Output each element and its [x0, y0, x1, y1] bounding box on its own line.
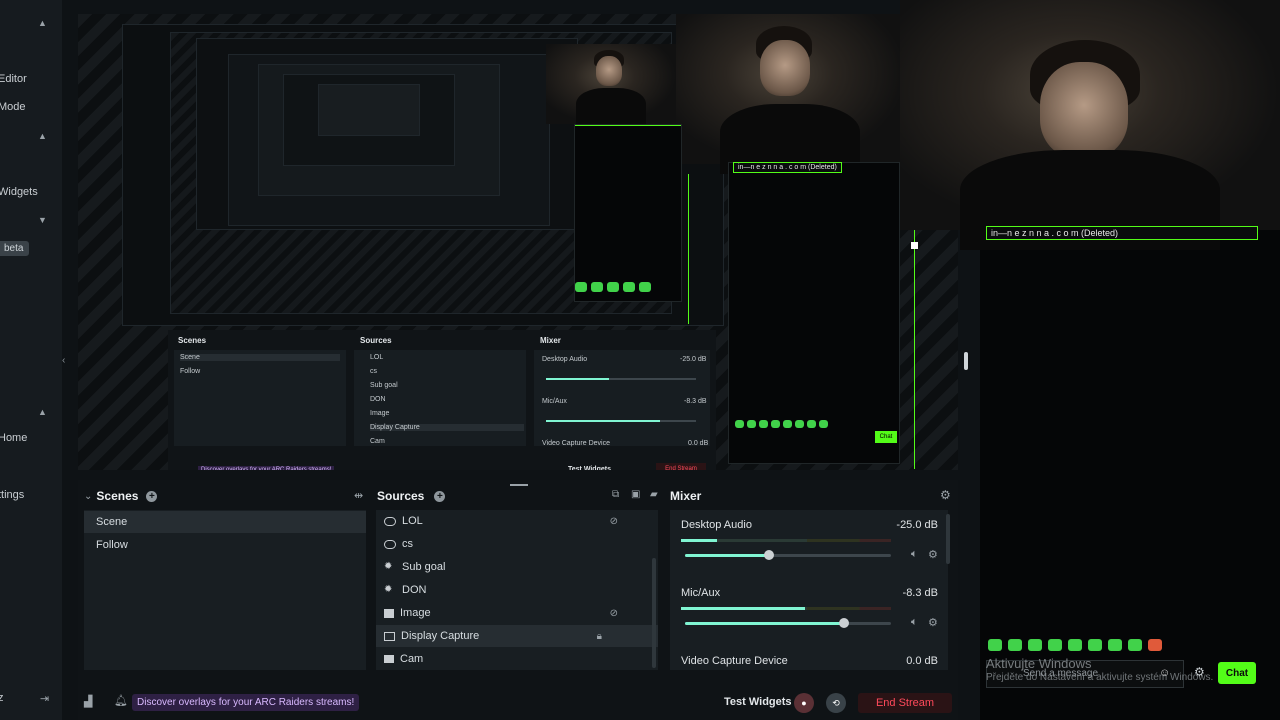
chevron-up-icon[interactable]: ▲ — [38, 407, 47, 417]
source-item-sub-goal[interactable]: ✹ Sub goal — [376, 556, 658, 578]
replay-icon[interactable]: ⟲ — [826, 693, 846, 713]
chevron-up-icon[interactable]: ▲ — [38, 18, 47, 28]
sources-scrollbar[interactable] — [652, 558, 656, 668]
promo-banner[interactable]: Discover overlays for your ARC Raiders s… — [132, 694, 360, 711]
nested-webcam — [546, 44, 676, 128]
source-item-cam[interactable]: Cam — [376, 648, 658, 670]
test-widget-button[interactable]: ● — [794, 693, 814, 713]
add-scene-icon[interactable]: + — [146, 490, 158, 502]
nested-chat-panel — [574, 124, 682, 302]
webcam-feed — [900, 0, 1280, 250]
nav-item-home[interactable]: Home — [0, 432, 27, 444]
mic-aux-fader[interactable] — [685, 618, 891, 628]
source-item-cs[interactable]: cs — [376, 533, 658, 555]
visibility-off-icon[interactable]: ⊘ — [610, 516, 618, 527]
source-item-don[interactable]: ✹ DON — [376, 579, 658, 601]
collapse-arrow-icon[interactable]: ⇥ — [40, 692, 49, 705]
source-item-image[interactable]: Image ⊘ — [376, 602, 658, 624]
test-widgets-label: Test Widgets — [724, 696, 792, 708]
beta-badge: beta — [0, 241, 30, 256]
activation-watermark-title: Aktivujte Windows — [986, 656, 1092, 671]
gear-icon[interactable]: ⚙ — [940, 488, 951, 502]
source-item-display-capture[interactable]: Display Capture 🔒︎ — [376, 625, 658, 647]
scenes-title: Scenes — [96, 489, 139, 503]
monitor-icon — [384, 631, 395, 641]
mixer-channel-name: Video Capture Device — [681, 655, 788, 667]
nav-item-editor[interactable]: Editor — [0, 73, 27, 85]
nav-item-settings[interactable]: ttings — [0, 489, 24, 501]
emote-bar[interactable] — [988, 638, 1188, 652]
chevron-down-icon[interactable]: ⌄ — [84, 491, 92, 502]
mixer-channel-level: 0.0 dB — [906, 655, 938, 667]
folder-icon[interactable]: ▰ — [650, 489, 658, 500]
source-settings-icon[interactable]: ⧉ — [612, 489, 619, 500]
widget-icon: ✹ — [384, 584, 393, 595]
audio-meter — [681, 607, 891, 610]
mixer-header: Mixer — [670, 482, 701, 510]
mixer-channel-level: -25.0 dB — [896, 519, 938, 531]
gear-icon[interactable]: ⚙ — [928, 616, 938, 629]
speaker-icon[interactable]: 🔈︎ — [911, 616, 918, 629]
activation-watermark-subtitle: Přejděte do Nastavení a aktivujte systém… — [986, 672, 1214, 683]
folder-icon — [384, 655, 394, 663]
chat-username: in—n e z n n a . c o m (Deleted) — [986, 226, 1258, 240]
nav-item-mode[interactable]: Mode — [0, 101, 26, 113]
chevron-down-icon[interactable]: ▼ — [38, 215, 47, 225]
scenes-header: ⌄ Scenes + — [84, 482, 158, 510]
scene-item[interactable]: Scene — [84, 511, 366, 533]
scene-transitions-icon[interactable]: ⇹ — [354, 489, 363, 502]
resize-handle[interactable] — [911, 242, 918, 249]
source-item-lol[interactable]: LOL ⊘ — [376, 510, 658, 532]
nested-chat-username: in—n e z n n a . c o m (Deleted) — [733, 162, 842, 173]
nested-webcam — [676, 14, 906, 174]
nested-chat-button: Chat — [875, 431, 897, 443]
sources-header: Sources + — [377, 482, 446, 510]
lock-icon[interactable]: 🔒︎ — [597, 631, 602, 642]
stream-preview[interactable]: in—n e z n n a . c o m (Deleted) Chat Sc… — [78, 14, 958, 470]
notification-bell-icon[interactable]: 🔔︎ — [114, 694, 128, 707]
nav-item-widgets[interactable]: Widgets — [0, 186, 38, 198]
scenes-list: Scene Follow — [84, 510, 366, 670]
widget-icon: ✹ — [384, 561, 393, 572]
nested-preview-frame — [318, 84, 420, 136]
mixer-panel: Desktop Audio -25.0 dB 🔈︎ ⚙ Mic/Aux -8.3… — [670, 510, 950, 670]
status-bar: ▟ 🔔︎ Discover overlays for your ARC Raid… — [78, 686, 958, 720]
nested-chat-panel: in—n e z n n a . c o m (Deleted) Chat — [728, 162, 900, 464]
scene-item[interactable]: Follow — [84, 534, 366, 556]
sources-title: Sources — [377, 489, 425, 503]
add-source-icon[interactable]: + — [434, 490, 446, 502]
mixer-channel-name: Desktop Audio — [681, 519, 752, 531]
image-icon — [384, 608, 394, 618]
editor-dock: ⌄ Scenes + ⇹ Scene Follow Sources + ⧉ ▣ … — [78, 480, 958, 686]
stats-icon[interactable]: ▟ — [84, 695, 92, 708]
sources-list: LOL ⊘ cs ✹ Sub goal ✹ DON Image ⊘ Displa… — [376, 510, 658, 670]
chevron-up-icon[interactable]: ▲ — [38, 131, 47, 141]
desktop-audio-fader[interactable] — [685, 550, 891, 560]
gamepad-icon — [384, 539, 396, 549]
dock-resize-handle[interactable] — [510, 484, 528, 486]
gear-icon[interactable]: ⚙ — [928, 548, 938, 561]
mixer-channel-level: -8.3 dB — [902, 587, 938, 599]
chevron-left-icon[interactable]: ‹ — [62, 355, 65, 366]
mixer-channel-name: Mic/Aux — [681, 587, 721, 599]
source-group-icon[interactable]: ▣ — [631, 489, 640, 500]
end-stream-button[interactable]: End Stream — [858, 693, 952, 713]
nav-item-collapse[interactable]: z — [0, 692, 4, 704]
resize-handle[interactable] — [964, 352, 968, 370]
mixer-scrollbar[interactable] — [946, 514, 950, 564]
audio-meter — [681, 539, 891, 542]
gamepad-icon — [384, 516, 396, 526]
mixer-title: Mixer — [670, 489, 702, 503]
chat-send-button[interactable]: Chat — [1218, 662, 1256, 684]
speaker-icon[interactable]: 🔈︎ — [911, 548, 918, 561]
left-nav: ▲ Editor Mode ▲ Widgets ▼ beta ▲ Home tt… — [0, 0, 62, 720]
visibility-off-icon[interactable]: ⊘ — [610, 608, 618, 619]
nested-editor-dock: Scenes Sources Mixer Scene Follow LOL cs… — [168, 330, 716, 470]
